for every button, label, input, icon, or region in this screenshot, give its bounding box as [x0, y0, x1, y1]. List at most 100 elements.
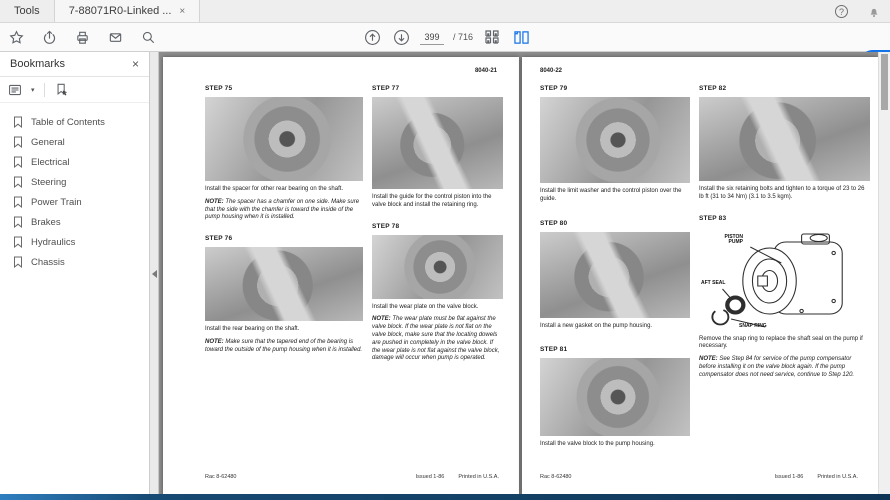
step-title: STEP 83 — [699, 215, 870, 222]
tab-document[interactable]: 7-88071R0-Linked ... × — [54, 0, 201, 22]
page-total-label: / 716 — [453, 32, 473, 42]
tab-tools[interactable]: Tools — [0, 0, 54, 22]
step-82: STEP 82 Install the six retaining bolts … — [699, 85, 870, 202]
note-label: NOTE: — [205, 199, 224, 205]
taskbar-edge — [0, 494, 890, 500]
bookmark-item-electrical[interactable]: Electrical — [0, 152, 149, 172]
step-81: STEP 81 Install the valve block to the p… — [540, 346, 690, 449]
step-photo — [540, 232, 690, 318]
step-title: STEP 75 — [205, 85, 363, 92]
bookmark-item-brakes[interactable]: Brakes — [0, 212, 149, 232]
bookmark-label: General — [31, 137, 65, 148]
email-icon[interactable] — [105, 26, 125, 48]
step-body: Install a new gasket on the pump housing… — [540, 323, 690, 331]
bookmark-label: Power Train — [31, 197, 82, 208]
bookmark-label: Brakes — [31, 217, 61, 228]
print-icon[interactable] — [72, 26, 92, 48]
toolbar-divider — [44, 83, 45, 97]
bookmark-item-chassis[interactable]: Chassis — [0, 252, 149, 272]
bookmarks-close-icon[interactable]: × — [132, 57, 139, 71]
bookmarks-list: Table of Contents General Electrical Ste… — [0, 103, 149, 272]
bookmarks-options-icon[interactable] — [7, 79, 22, 101]
add-bookmark-icon[interactable] — [54, 79, 70, 101]
document-view-area: 8040-21 STEP 75 Install the spacer for o… — [160, 52, 878, 494]
next-page-icon[interactable] — [391, 26, 411, 48]
manual-page-8040-22: 8040-22 STEP 79 Install the limit washer… — [522, 57, 878, 494]
step-body: Install the wear plate on the valve bloc… — [372, 304, 503, 312]
bookmark-label: Hydraulics — [31, 237, 75, 248]
scrollbar-thumb[interactable] — [881, 54, 888, 110]
tab-close-icon[interactable]: × — [179, 6, 185, 17]
step-80: STEP 80 Install a new gasket on the pump… — [540, 220, 690, 331]
step-title: STEP 82 — [699, 85, 870, 92]
page-footer-issued: Issued 1-86 — [416, 474, 445, 480]
piston-pump-diagram: PISTON PUMP AFT SEAL SNAP RING — [699, 227, 870, 331]
page-footer-printed: Printed in U.S.A. — [817, 474, 858, 480]
step-photo — [205, 97, 363, 181]
step-photo — [699, 97, 870, 181]
bookmark-label: Steering — [31, 177, 66, 188]
tab-document-label: 7-88071R0-Linked ... — [69, 5, 172, 17]
step-photo — [372, 235, 503, 299]
page-footer-issued: Issued 1-86 — [775, 474, 804, 480]
step-body: Install the rear bearing on the shaft. — [205, 326, 363, 334]
bookmark-item-hydraulics[interactable]: Hydraulics — [0, 232, 149, 252]
step-76: STEP 76 Install the rear bearing on the … — [205, 235, 363, 354]
step-body: Install the valve block to the pump hous… — [540, 441, 690, 449]
bookmark-label: Chassis — [31, 257, 65, 268]
note-text: The spacer has a chamfer on one side. Ma… — [205, 199, 359, 221]
bookmark-item-table-of-contents[interactable]: Table of Contents — [0, 112, 149, 132]
page-footer-printed: Printed in U.S.A. — [458, 474, 499, 480]
step-75: STEP 75 Install the spacer for other rea… — [205, 85, 363, 222]
bookmarks-panel: Bookmarks × ▾ Table of Contents General … — [0, 52, 150, 494]
step-photo — [372, 97, 503, 189]
bookmark-item-steering[interactable]: Steering — [0, 172, 149, 192]
callout-aft-seal: AFT SEAL — [701, 281, 725, 287]
page-header-number: 8040-21 — [475, 68, 497, 74]
notifications-bell-icon[interactable] — [864, 1, 884, 23]
step-title: STEP 81 — [540, 346, 690, 353]
note-text: Make sure that the tapered end of the be… — [205, 339, 362, 353]
page-number-input[interactable] — [420, 30, 444, 45]
step-photo — [540, 358, 690, 436]
chevron-down-icon[interactable]: ▾ — [31, 86, 35, 94]
step-title: STEP 76 — [205, 235, 363, 242]
vertical-scrollbar[interactable] — [878, 52, 890, 494]
star-favorite-icon[interactable] — [6, 26, 26, 48]
collapse-panel-arrow-icon[interactable] — [152, 270, 157, 278]
step-photo — [205, 247, 363, 321]
note-label: NOTE: — [372, 316, 391, 322]
step-body: Install the spacer for other rear bearin… — [205, 186, 363, 194]
help-icon[interactable]: ? — [835, 5, 848, 18]
step-body: Remove the snap ring to replace the shaf… — [699, 336, 870, 352]
step-note: NOTE: The spacer has a chamfer on one si… — [205, 199, 363, 222]
window-tab-bar: Tools 7-88071R0-Linked ... × ? — [0, 0, 890, 23]
bookmarks-panel-title: Bookmarks — [10, 58, 132, 70]
step-78: STEP 78 Install the wear plate on the va… — [372, 223, 503, 364]
main-toolbar: / 716 — [0, 23, 890, 52]
share-upload-icon[interactable] — [39, 26, 59, 48]
bookmark-label: Table of Contents — [31, 117, 105, 128]
note-text: The wear plate must be flat against the … — [372, 316, 499, 361]
bookmark-item-general[interactable]: General — [0, 132, 149, 152]
step-83: STEP 83 — [699, 215, 870, 380]
step-photo — [540, 97, 690, 183]
step-title: STEP 80 — [540, 220, 690, 227]
step-body: Install the guide for the control piston… — [372, 194, 503, 210]
step-body: Install the six retaining bolts and tigh… — [699, 186, 870, 202]
page-display-icon[interactable] — [482, 26, 502, 48]
step-77: STEP 77 Install the guide for the contro… — [372, 85, 503, 210]
two-page-view-icon[interactable] — [511, 26, 531, 48]
search-zoom-icon[interactable] — [138, 26, 158, 48]
step-note: NOTE: See Step 84 for service of the pum… — [699, 356, 870, 379]
page-footer-code: Rac 8-62480 — [205, 474, 237, 480]
callout-piston-pump: PISTON PUMP — [715, 235, 743, 246]
page-header-number: 8040-22 — [540, 68, 562, 74]
note-label: NOTE: — [205, 339, 224, 345]
step-note: NOTE: The wear plate must be flat agains… — [372, 316, 503, 363]
step-body: Install the limit washer and the control… — [540, 188, 690, 204]
panel-collapse-strip[interactable] — [150, 52, 159, 494]
previous-page-icon[interactable] — [362, 26, 382, 48]
note-label: NOTE: — [699, 356, 718, 362]
bookmark-item-power-train[interactable]: Power Train — [0, 192, 149, 212]
